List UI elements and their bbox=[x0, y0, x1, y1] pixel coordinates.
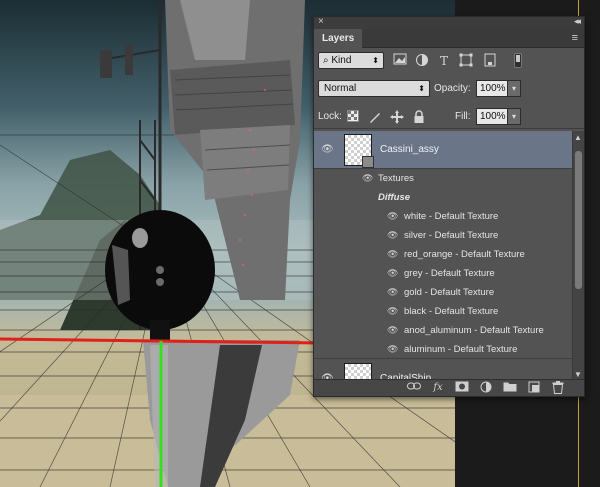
texture-name: silver - Default Texture bbox=[404, 230, 499, 241]
adjustment-layer-icon[interactable] bbox=[478, 381, 494, 395]
texture-name: aluminum - Default Texture bbox=[404, 344, 518, 355]
scroll-down-icon[interactable]: ▼ bbox=[574, 370, 582, 379]
eye-icon[interactable]: 👁 bbox=[387, 268, 398, 279]
lock-position-icon[interactable] bbox=[390, 110, 404, 124]
trash-icon[interactable] bbox=[550, 381, 566, 395]
textures-label: Textures bbox=[378, 173, 414, 184]
fx-icon[interactable]: fx bbox=[430, 381, 446, 395]
lock-all-icon[interactable] bbox=[412, 110, 426, 124]
search-icon: ⌕ bbox=[323, 55, 329, 66]
texture-row[interactable]: 👁 silver - Default Texture bbox=[314, 226, 572, 245]
texture-name: red_orange - Default Texture bbox=[404, 249, 525, 260]
scroll-thumb[interactable] bbox=[575, 151, 582, 289]
eye-icon[interactable]: 👁 bbox=[387, 344, 398, 355]
eye-icon[interactable]: 👁 bbox=[387, 230, 398, 241]
diffuse-row: Diffuse bbox=[314, 188, 572, 207]
filter-toggle[interactable] bbox=[514, 53, 522, 68]
textures-row[interactable]: 👁 Textures bbox=[314, 169, 572, 188]
eye-icon[interactable]: 👁 bbox=[321, 144, 334, 155]
new-layer-icon[interactable] bbox=[526, 381, 542, 395]
updown-arrow-icon: ⬍ bbox=[418, 84, 425, 93]
texture-row[interactable]: 👁 grey - Default Texture bbox=[314, 264, 572, 283]
smart-object-filter-icon[interactable] bbox=[482, 53, 498, 69]
new-group-icon[interactable] bbox=[502, 381, 518, 395]
layers-bottom-toolbar: fx bbox=[314, 379, 584, 396]
image-filter-icon[interactable] bbox=[392, 53, 408, 69]
layer-row-cassini[interactable]: 👁 Cassini_assy bbox=[314, 131, 572, 169]
texture-name: white - Default Texture bbox=[404, 211, 499, 222]
fill-field[interactable]: 100% bbox=[476, 108, 508, 125]
tab-layers[interactable]: Layers bbox=[314, 29, 363, 48]
lock-label: Lock: bbox=[318, 111, 342, 122]
eye-icon[interactable]: 👁 bbox=[387, 211, 398, 222]
fill-label: Fill: bbox=[455, 111, 471, 122]
lock-row: Lock: Fill: 100% ▾ bbox=[314, 105, 584, 129]
adjustment-filter-icon[interactable] bbox=[414, 53, 430, 69]
scroll-up-icon[interactable]: ▲ bbox=[574, 133, 582, 142]
shape-filter-icon[interactable] bbox=[458, 53, 474, 69]
texture-row[interactable]: 👁 anod_aluminum - Default Texture bbox=[314, 321, 572, 340]
collapse-icon[interactable]: ◂◂ bbox=[574, 16, 581, 27]
eye-icon[interactable]: 👁 bbox=[387, 287, 398, 298]
diffuse-label: Diffuse bbox=[378, 192, 411, 203]
texture-row[interactable]: 👁 aluminum - Default Texture bbox=[314, 340, 572, 359]
eye-icon[interactable]: 👁 bbox=[362, 173, 373, 184]
updown-arrow-icon: ⬍ bbox=[372, 56, 379, 65]
layer-thumbnail bbox=[344, 134, 374, 168]
texture-row[interactable]: 👁 red_orange - Default Texture bbox=[314, 245, 572, 264]
opacity-field[interactable]: 100% bbox=[476, 80, 508, 97]
kind-filter-select[interactable]: ⌕ Kind ⬍ bbox=[318, 52, 384, 69]
eye-icon[interactable]: 👁 bbox=[387, 306, 398, 317]
texture-name: gold - Default Texture bbox=[404, 287, 495, 298]
blend-row: Normal ⬍ Opacity: 100% ▾ bbox=[314, 77, 584, 99]
texture-row[interactable]: 👁 gold - Default Texture bbox=[314, 283, 572, 302]
panel-menu-icon[interactable]: ≡ bbox=[572, 32, 578, 44]
texture-name: black - Default Texture bbox=[404, 306, 499, 317]
texture-name: anod_aluminum - Default Texture bbox=[404, 325, 544, 336]
layer-row-capitalship[interactable]: 👁 CapitalShip bbox=[314, 360, 572, 381]
opacity-label: Opacity: bbox=[434, 83, 471, 94]
layer-list-scrollbar[interactable]: ▲ ▼ bbox=[572, 131, 584, 381]
link-layers-icon[interactable] bbox=[406, 381, 422, 395]
eye-icon[interactable]: 👁 bbox=[387, 249, 398, 260]
opacity-dropdown[interactable]: ▾ bbox=[507, 80, 521, 97]
3d-cube-icon bbox=[362, 156, 374, 168]
blend-mode-value: Normal bbox=[324, 83, 357, 94]
kind-label: Kind bbox=[331, 55, 352, 66]
layer-list[interactable]: 👁 Cassini_assy 👁 Textures Diffuse 👁 whit… bbox=[314, 131, 572, 381]
texture-row[interactable]: 👁 white - Default Texture bbox=[314, 207, 572, 226]
tab-bar: Layers ≡ bbox=[314, 29, 584, 48]
blend-mode-select[interactable]: Normal ⬍ bbox=[318, 80, 430, 97]
filter-row: ⌕ Kind ⬍ T bbox=[314, 49, 584, 73]
texture-row[interactable]: 👁 black - Default Texture bbox=[314, 302, 572, 321]
lock-image-pixels-icon[interactable] bbox=[368, 110, 382, 124]
layers-panel: × ◂◂ Layers ≡ ⌕ Kind ⬍ T Normal ⬍ Opacit… bbox=[313, 16, 585, 397]
texture-name: grey - Default Texture bbox=[404, 268, 495, 279]
layer-name[interactable]: Cassini_assy bbox=[380, 144, 439, 155]
add-mask-icon[interactable] bbox=[454, 381, 470, 395]
lock-transparent-pixels-icon[interactable] bbox=[346, 110, 360, 124]
panel-titlebar: × ◂◂ bbox=[314, 16, 584, 29]
eye-icon[interactable]: 👁 bbox=[387, 325, 398, 336]
close-icon[interactable]: × bbox=[318, 16, 324, 27]
type-filter-icon[interactable]: T bbox=[436, 53, 452, 69]
fill-dropdown[interactable]: ▾ bbox=[507, 108, 521, 125]
